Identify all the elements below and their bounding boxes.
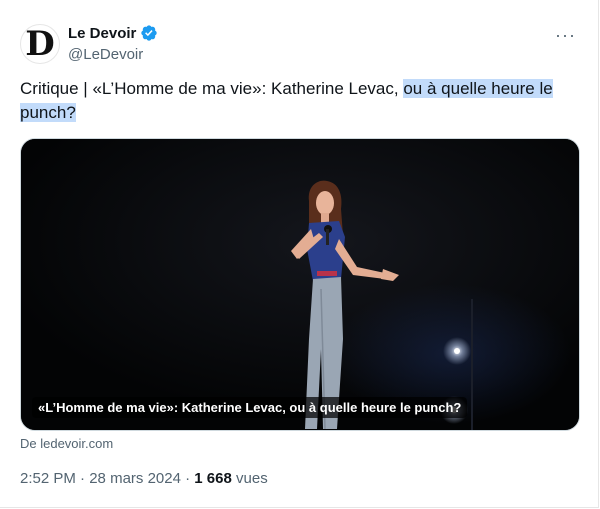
author-name-row: Le Devoir bbox=[68, 24, 158, 42]
avatar-letter: D bbox=[25, 24, 55, 64]
link-card-caption: «L’Homme de ma vie»: Katherine Levac, ou… bbox=[32, 397, 468, 418]
tweet-text-plain: Critique | «L’Homme de ma vie»: Katherin… bbox=[20, 79, 404, 98]
link-source[interactable]: De ledevoir.com bbox=[20, 436, 113, 451]
display-name[interactable]: Le Devoir bbox=[68, 25, 136, 42]
tweet-meta: 2:52 PM · 28 mars 2024 · 1 668 vues bbox=[20, 470, 268, 487]
tweet-card: D Le Devoir @LeDevoir ··· Critique | «L’… bbox=[0, 0, 599, 508]
performer-photo bbox=[21, 139, 579, 430]
tweet-time[interactable]: 2:52 PM bbox=[20, 470, 76, 487]
tweet-date[interactable]: 28 mars 2024 bbox=[89, 470, 181, 487]
views-count: 1 668 bbox=[194, 470, 232, 487]
more-options-icon[interactable]: ··· bbox=[555, 26, 576, 44]
author-handle[interactable]: @LeDevoir bbox=[68, 46, 143, 63]
meta-separator: · bbox=[75, 470, 90, 487]
tweet-text: Critique | «L’Homme de ma vie»: Katherin… bbox=[20, 77, 580, 125]
avatar[interactable]: D bbox=[20, 24, 60, 64]
views-label: vues bbox=[231, 470, 268, 487]
link-card-media[interactable]: «L’Homme de ma vie»: Katherine Levac, ou… bbox=[20, 138, 580, 431]
meta-separator: · bbox=[180, 470, 195, 487]
verified-badge-icon bbox=[141, 25, 158, 41]
